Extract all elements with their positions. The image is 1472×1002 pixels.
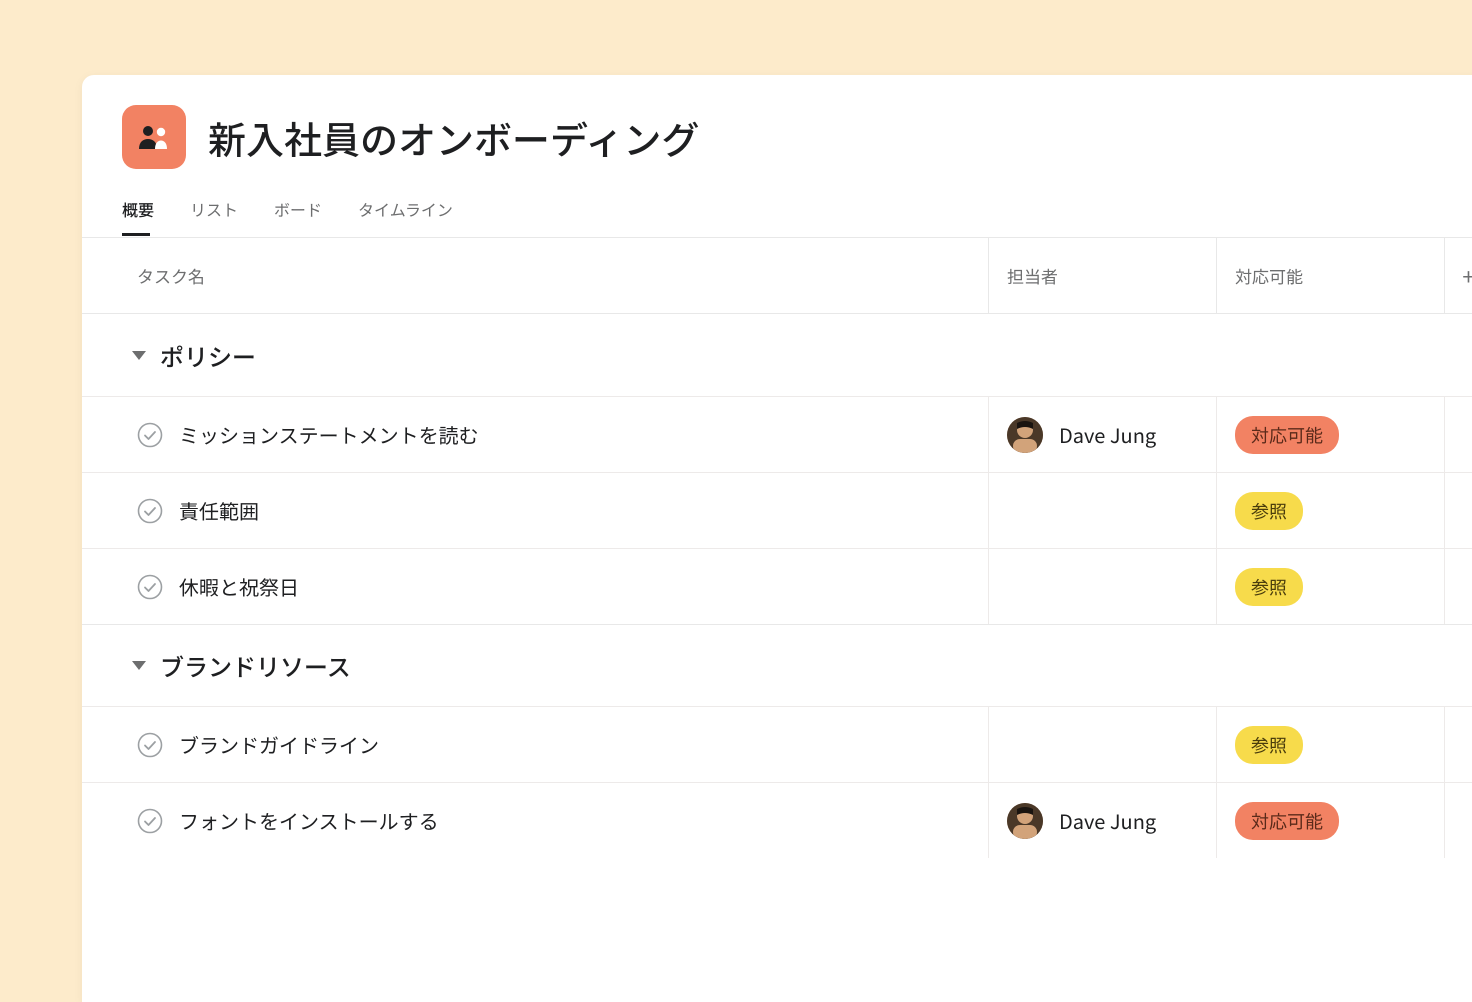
task-name-cell: フォントをインストールする	[82, 783, 988, 858]
task-row[interactable]: 休暇と祝祭日 参照	[82, 548, 1472, 624]
status-badge: 対応可能	[1235, 416, 1339, 454]
task-name-cell: ミッションステートメントを読む	[82, 397, 988, 472]
caret-down-icon[interactable]	[132, 351, 146, 360]
people-icon	[137, 125, 171, 149]
assignee-cell[interactable]	[988, 707, 1216, 782]
check-circle-icon[interactable]	[137, 808, 163, 834]
col-assignee[interactable]: 担当者	[988, 238, 1216, 313]
col-status[interactable]: 対応可能	[1216, 238, 1444, 313]
section-header-brand[interactable]: ブランドリソース	[82, 624, 1472, 706]
task-row[interactable]: 責任範囲 参照	[82, 472, 1472, 548]
assignee-cell[interactable]: Dave Jung	[988, 397, 1216, 472]
section-title: ブランドリソース	[160, 648, 351, 683]
status-cell[interactable]: 参照	[1216, 473, 1444, 548]
project-title[interactable]: 新入社員のオンボーディング	[208, 110, 699, 165]
assignee-cell[interactable]	[988, 473, 1216, 548]
status-cell[interactable]: 対応可能	[1216, 783, 1444, 858]
task-name-cell: 休暇と祝祭日	[82, 549, 988, 624]
project-icon-badge[interactable]	[122, 105, 186, 169]
task-row[interactable]: フォントをインストールする Dave Jung 対応可能	[82, 782, 1472, 858]
tab-list[interactable]: リスト	[190, 197, 238, 237]
status-badge: 参照	[1235, 492, 1303, 530]
assignee-name: Dave Jung	[1059, 420, 1156, 449]
col-task-name[interactable]: タスク名	[82, 238, 988, 313]
extra-cell	[1444, 473, 1472, 548]
task-name-cell: ブランドガイドライン	[82, 707, 988, 782]
status-cell[interactable]: 参照	[1216, 707, 1444, 782]
extra-cell	[1444, 549, 1472, 624]
task-name: 責任範囲	[179, 496, 259, 525]
project-card: 新入社員のオンボーディング 概要 リスト ボード タイムライン タスク名 担当者…	[82, 75, 1472, 1002]
section-header-policy[interactable]: ポリシー	[82, 314, 1472, 396]
check-circle-icon[interactable]	[137, 498, 163, 524]
task-name: ブランドガイドライン	[179, 730, 379, 759]
task-name: ミッションステートメントを読む	[179, 420, 479, 449]
task-row[interactable]: ミッションステートメントを読む Dave Jung 対応可能	[82, 396, 1472, 472]
task-name-cell: 責任範囲	[82, 473, 988, 548]
extra-cell	[1444, 397, 1472, 472]
tab-timeline[interactable]: タイムライン	[358, 197, 453, 237]
section-title: ポリシー	[160, 338, 256, 373]
avatar	[1007, 417, 1043, 453]
task-name: フォントをインストールする	[179, 806, 439, 835]
extra-cell	[1444, 783, 1472, 858]
check-circle-icon[interactable]	[137, 574, 163, 600]
status-badge: 参照	[1235, 726, 1303, 764]
status-cell[interactable]: 対応可能	[1216, 397, 1444, 472]
status-badge: 対応可能	[1235, 802, 1339, 840]
status-badge: 参照	[1235, 568, 1303, 606]
assignee-name: Dave Jung	[1059, 806, 1156, 835]
caret-down-icon[interactable]	[132, 661, 146, 670]
tab-overview[interactable]: 概要	[122, 197, 154, 237]
project-header: 新入社員のオンボーディング	[82, 75, 1472, 179]
task-row[interactable]: ブランドガイドライン 参照	[82, 706, 1472, 782]
add-column-button[interactable]: +	[1444, 238, 1472, 313]
task-name: 休暇と祝祭日	[179, 572, 299, 601]
check-circle-icon[interactable]	[137, 422, 163, 448]
status-cell[interactable]: 参照	[1216, 549, 1444, 624]
extra-cell	[1444, 707, 1472, 782]
tab-board[interactable]: ボード	[274, 197, 322, 237]
tabs: 概要 リスト ボード タイムライン	[82, 179, 1472, 238]
table-header-row: タスク名 担当者 対応可能 +	[82, 238, 1472, 314]
assignee-cell[interactable]: Dave Jung	[988, 783, 1216, 858]
avatar	[1007, 803, 1043, 839]
assignee-cell[interactable]	[988, 549, 1216, 624]
check-circle-icon[interactable]	[137, 732, 163, 758]
